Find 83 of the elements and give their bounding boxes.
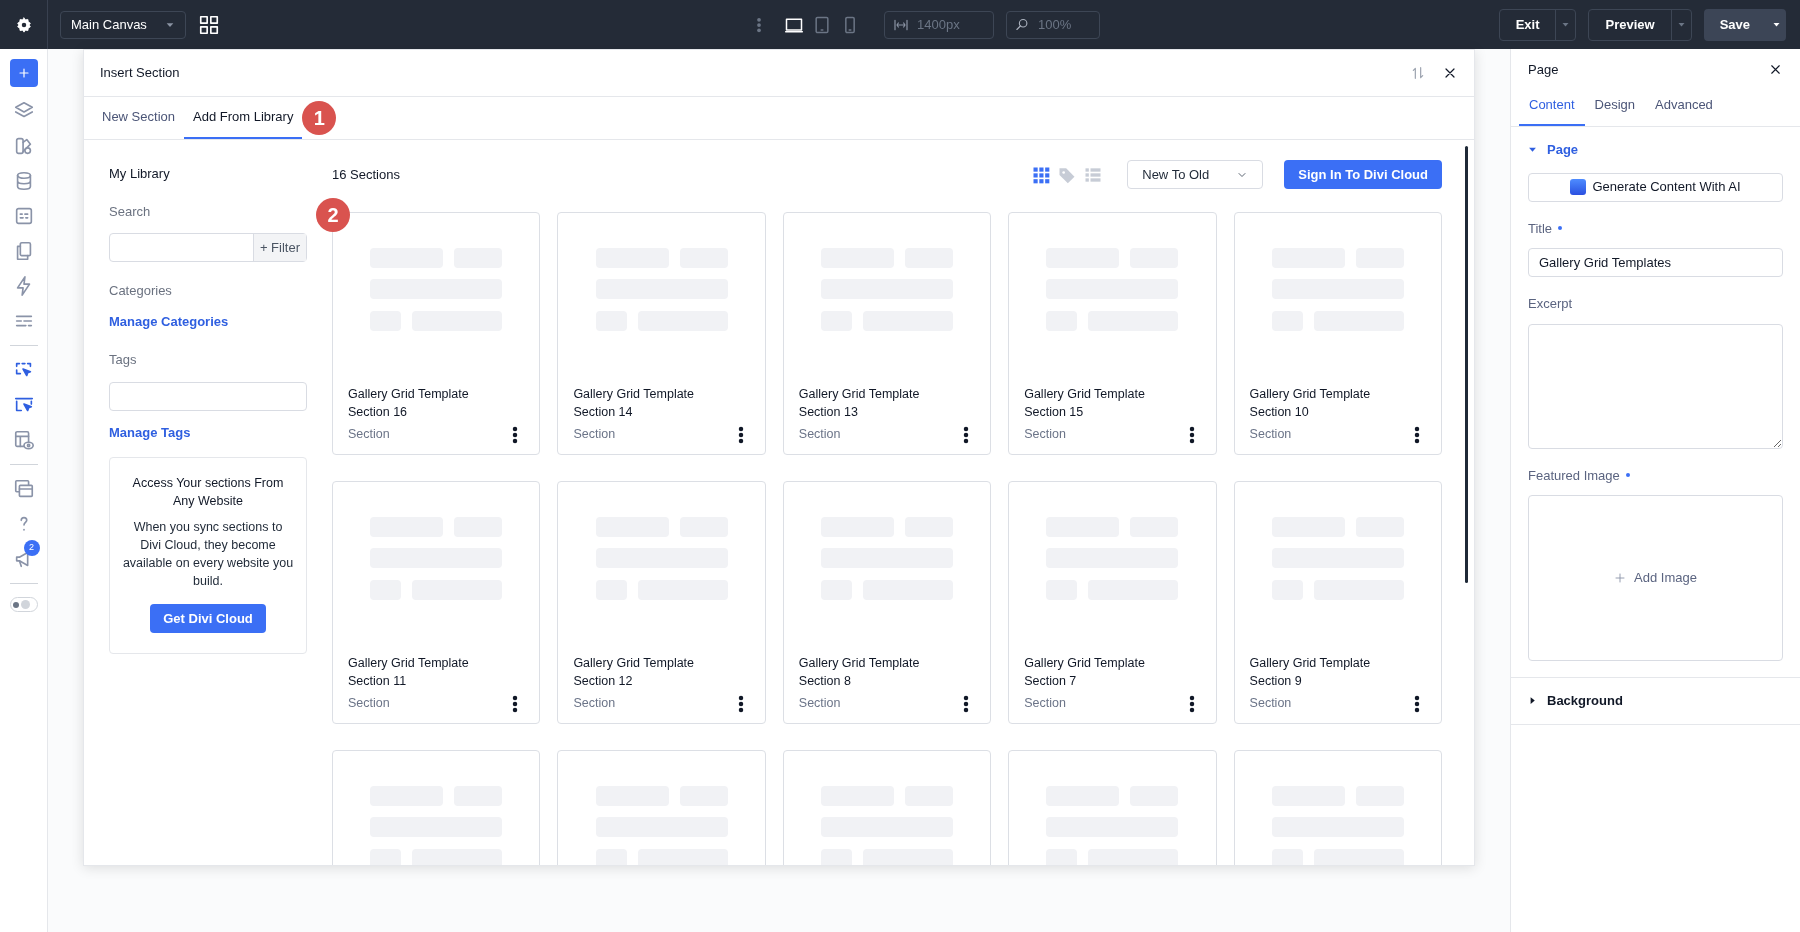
search-icon (1015, 17, 1030, 32)
panel-title: Page (1528, 60, 1559, 79)
section-card[interactable]: Gallery Grid Template Section 7 Section (1008, 481, 1217, 724)
section-card[interactable]: Gallery Grid Template Section 8 Section (782, 481, 992, 724)
group-header[interactable]: Page (1528, 140, 1783, 160)
manage-tags-link[interactable]: Manage Tags (109, 422, 307, 442)
toggle-switch[interactable] (9, 597, 38, 612)
card-type: Section (1024, 426, 1066, 444)
caret-icon (1676, 20, 1686, 29)
callout-marker: 2 (316, 198, 350, 232)
promo-title: Access Your sections From Any Website (131, 475, 285, 510)
card-title: Gallery Grid Template Section 8 (798, 655, 921, 691)
excerpt-field[interactable] (1528, 323, 1783, 449)
tab[interactable]: Advanced (1645, 86, 1723, 126)
get-divi-cloud-button[interactable]: Get Divi Cloud (150, 604, 266, 633)
tab[interactable]: Design (1584, 86, 1645, 126)
promo-text: When you sync sections to Divi Cloud, they become available on every website you build. (122, 519, 294, 590)
close-icon[interactable] (1768, 62, 1783, 77)
title-field[interactable]: Gallery Grid Templates (1528, 248, 1783, 277)
library-heading: My Library (109, 165, 171, 183)
field-label: Title (1528, 219, 1553, 238)
section-card[interactable]: Gallery Grid Template Section 9 Section (1233, 481, 1442, 724)
section-card[interactable]: Gallery Grid Template Section 10 Section (1233, 212, 1442, 455)
field-label: Excerpt (1528, 295, 1573, 313)
card-title: Gallery Grid Template Section 14 (573, 386, 696, 422)
section-card[interactable]: Gallery Grid Template Section 12 Section (557, 481, 766, 724)
split-button[interactable]: Save (1703, 8, 1786, 41)
filter-button[interactable]: + Filter (252, 234, 306, 261)
card-title: Gallery Grid Template Section 15 (1024, 386, 1146, 422)
card-title: Gallery Grid Template Section 12 (573, 655, 696, 691)
group-header[interactable]: Background (1528, 691, 1783, 711)
plus-icon (1614, 572, 1627, 584)
caret-icon (1771, 20, 1781, 29)
field-label: Search (109, 202, 152, 221)
card-type: Section (1024, 695, 1066, 713)
card-title: Gallery Grid Template Section 10 (1249, 386, 1372, 422)
notification-badge: 2 (23, 540, 40, 556)
sort-icon[interactable] (1410, 65, 1426, 81)
field-label: Tags (109, 351, 138, 369)
callout-marker: 1 (302, 101, 337, 135)
split-button[interactable]: Preview (1588, 8, 1692, 41)
layout-eye-icon[interactable] (12, 429, 35, 451)
card-title: Gallery Grid Template Section 13 (798, 386, 921, 422)
grid-icon[interactable] (198, 13, 220, 36)
card-type: Section (573, 695, 616, 713)
card-title: Gallery Grid Template Section 9 (1249, 655, 1372, 691)
field-label: Categories (109, 282, 173, 300)
sign-in-button[interactable]: Sign In To Divi Cloud (1284, 160, 1442, 189)
add-button[interactable] (9, 59, 38, 87)
tablet-icon[interactable] (812, 14, 832, 35)
canvas-select[interactable]: Main Canvas (60, 10, 186, 39)
search-field[interactable]: + Filter (109, 233, 307, 262)
sort-select[interactable]: New To Old (1127, 160, 1264, 189)
card-title: Gallery Grid Template Section 11 (348, 655, 470, 691)
card-type: Section (348, 695, 390, 713)
card-type: Section (348, 426, 390, 444)
card-type: Section (798, 426, 841, 444)
section-count: 16 Sections (332, 165, 400, 184)
settings-icon[interactable] (14, 15, 33, 34)
generate-ai-button[interactable]: Generate Content With AI (1528, 172, 1783, 202)
tags-field[interactable] (109, 381, 307, 411)
tab[interactable]: Add From Library (184, 97, 303, 139)
caret-icon (1561, 20, 1571, 29)
tab[interactable]: New Section (93, 97, 184, 139)
card-title: Gallery Grid Template Section 16 (348, 386, 470, 422)
section-card[interactable]: Gallery Grid Template Section 14 Section (557, 212, 766, 455)
dialog-title: Insert Section (100, 64, 180, 83)
ai-icon (1570, 179, 1587, 195)
scrollbar[interactable] (1465, 146, 1468, 583)
section-card[interactable]: Gallery Grid Template Section 13 Section (782, 212, 992, 455)
card-type: Section (573, 426, 616, 444)
card-type: Section (798, 695, 841, 713)
card-type: Section (1249, 426, 1292, 444)
card-type: Section (1249, 695, 1292, 713)
section-card[interactable]: Gallery Grid Template Section 11 Section (332, 481, 541, 724)
field-label: Featured Image (1528, 466, 1620, 485)
manage-categories-link[interactable]: Manage Categories (109, 311, 307, 331)
tab[interactable]: Content (1519, 86, 1585, 126)
image-dropzone[interactable]: Add Image (1528, 495, 1783, 661)
card-title: Gallery Grid Template Section 7 (1024, 655, 1146, 691)
split-button[interactable]: Exit (1498, 8, 1577, 41)
section-card[interactable]: Gallery Grid Template Section 15 Section (1008, 212, 1217, 455)
windows-icon[interactable] (12, 478, 35, 500)
